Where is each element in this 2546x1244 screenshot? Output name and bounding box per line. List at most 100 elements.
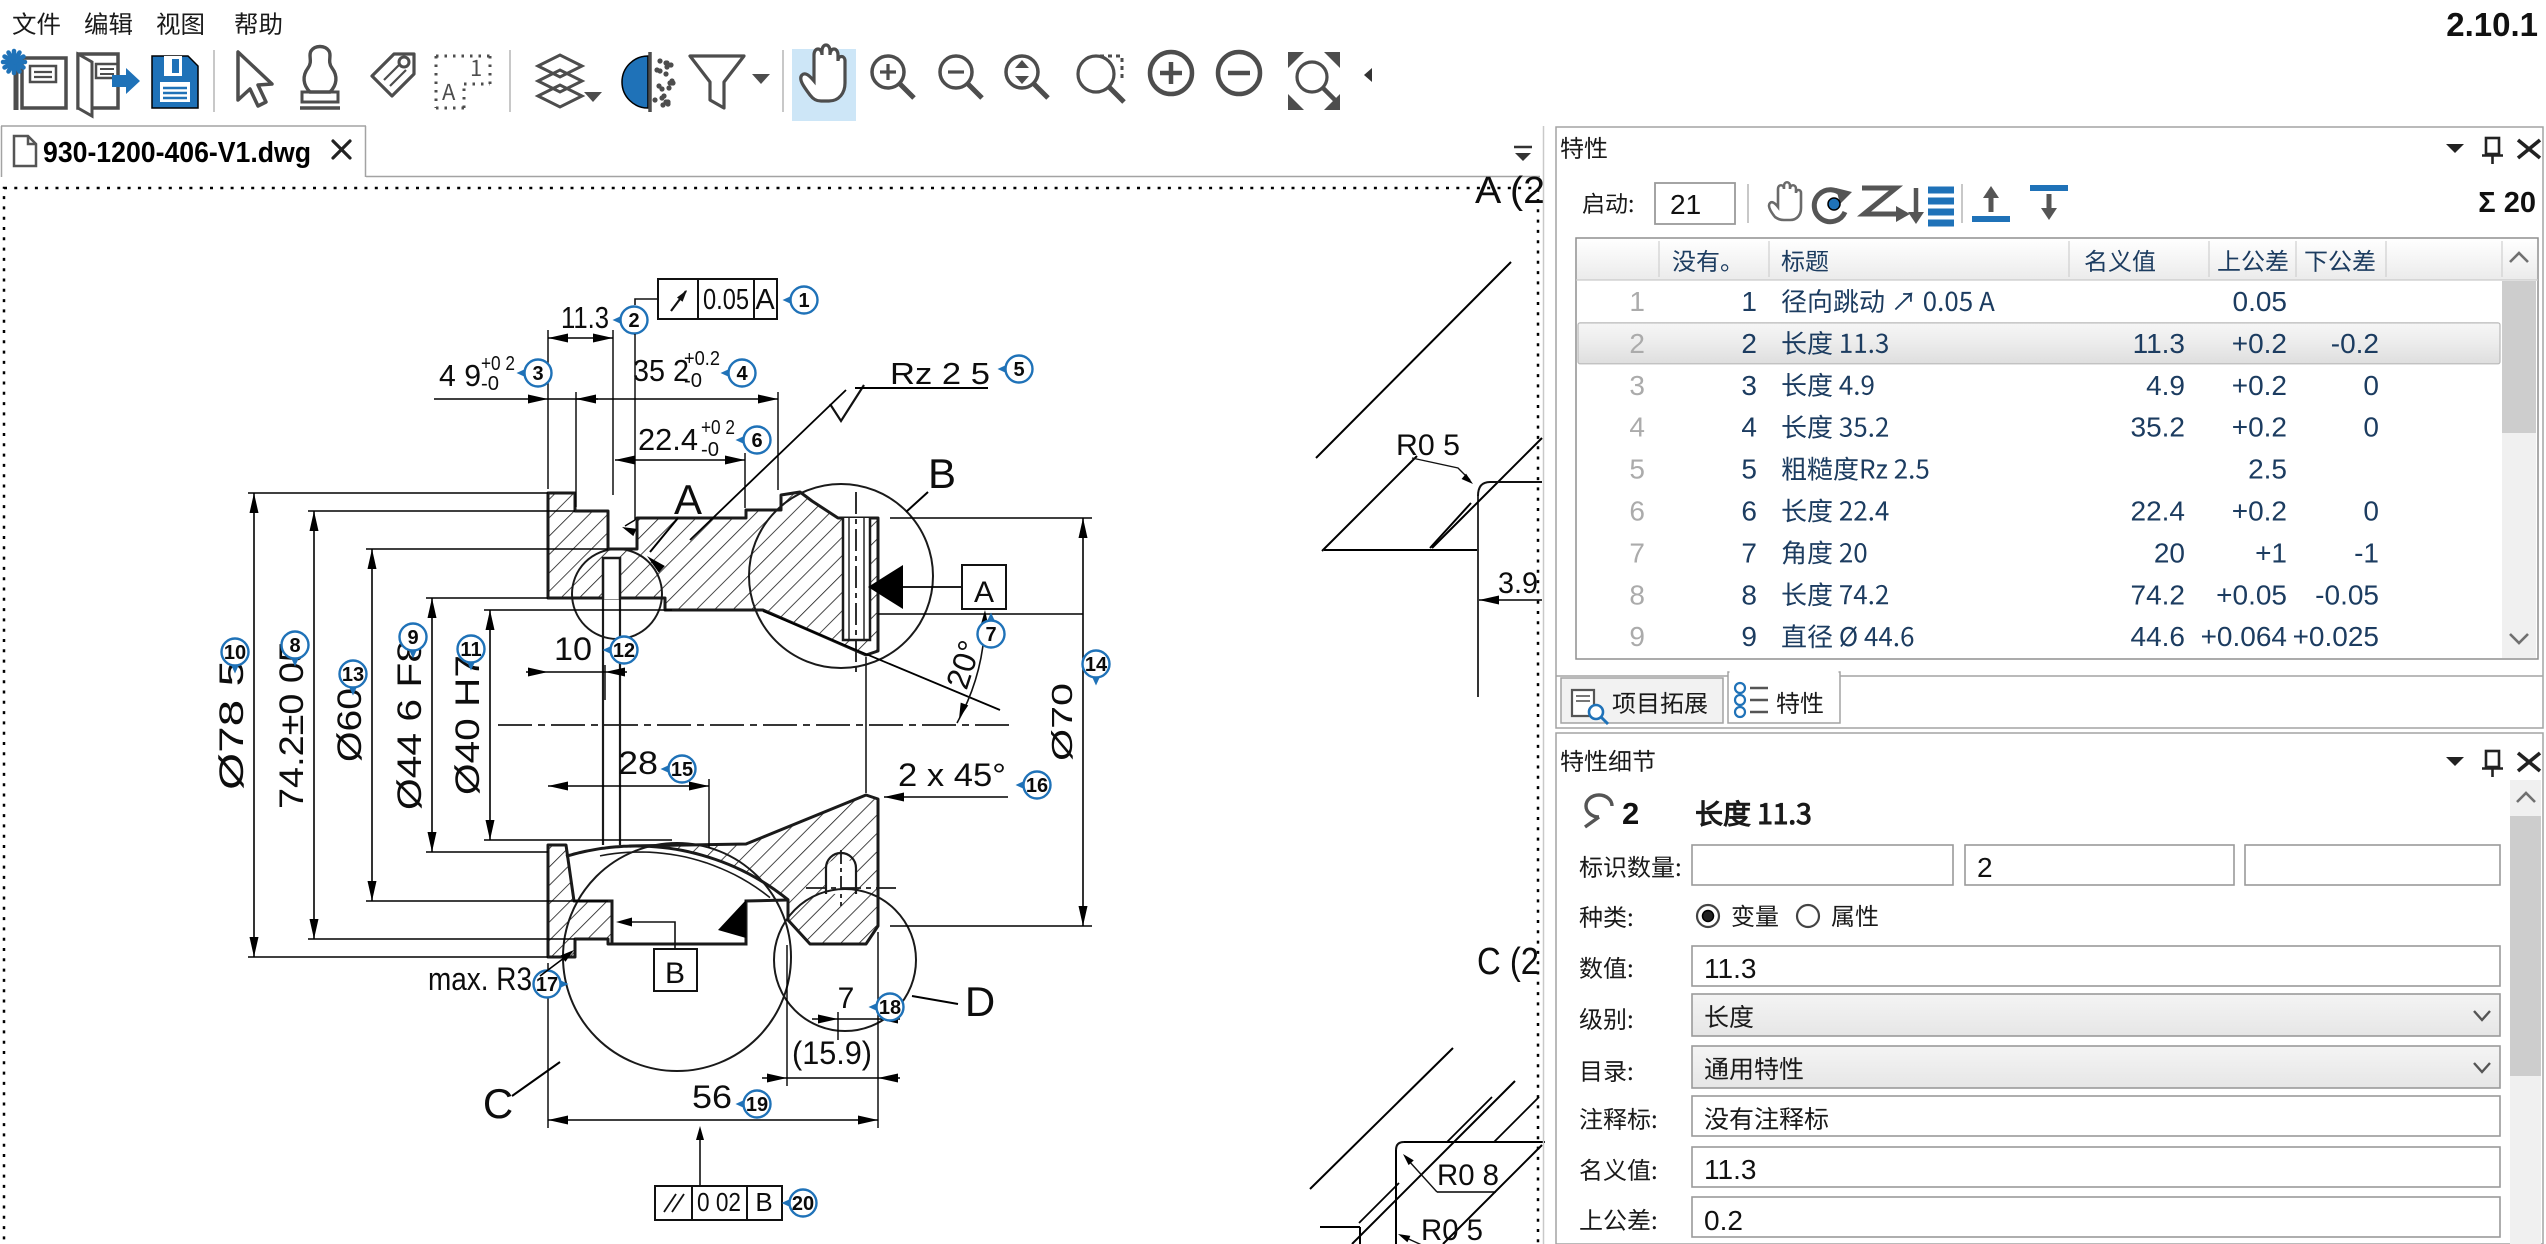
svg-text:-0: -0 xyxy=(701,439,719,461)
svg-text:-0: -0 xyxy=(481,373,499,395)
svg-text:7: 7 xyxy=(985,624,996,646)
svg-text:+0.05: +0.05 xyxy=(2216,579,2287,610)
svg-text:+0.2: +0.2 xyxy=(684,348,720,370)
svg-text:1: 1 xyxy=(1741,286,1757,317)
svg-text:7: 7 xyxy=(838,982,855,1015)
svg-text:9: 9 xyxy=(407,627,418,649)
svg-text:2.10.1: 2.10.1 xyxy=(2446,6,2538,43)
svg-text:+0.064: +0.064 xyxy=(2201,621,2287,652)
svg-text:20: 20 xyxy=(792,1193,814,1215)
svg-text:+0.2: +0.2 xyxy=(2232,495,2287,526)
svg-text:3: 3 xyxy=(532,363,543,385)
svg-text:1: 1 xyxy=(798,290,809,312)
svg-text:9: 9 xyxy=(1741,621,1757,652)
svg-text:74.2±0 05: 74.2±0 05 xyxy=(273,641,311,809)
svg-text:0: 0 xyxy=(2363,412,2379,443)
svg-text:4: 4 xyxy=(736,363,748,385)
svg-text:+1: +1 xyxy=(2255,537,2287,568)
svg-text:1: 1 xyxy=(1629,286,1645,317)
svg-text:0: 0 xyxy=(2363,370,2379,401)
svg-text:(15.9): (15.9) xyxy=(792,1035,872,1071)
svg-text:12: 12 xyxy=(613,640,635,662)
svg-text:15: 15 xyxy=(671,759,693,781)
svg-text:Ø40 H7: Ø40 H7 xyxy=(449,655,487,795)
svg-text:7: 7 xyxy=(1741,537,1757,568)
svg-text:B: B xyxy=(665,957,685,990)
svg-text:74.2: 74.2 xyxy=(2131,579,2186,610)
svg-text:+0 2: +0 2 xyxy=(701,417,735,439)
svg-text:11.3: 11.3 xyxy=(1704,953,1756,984)
svg-text:20: 20 xyxy=(2154,537,2185,568)
svg-text:20°: 20° xyxy=(939,636,988,693)
svg-text:R0 5: R0 5 xyxy=(1421,1214,1483,1244)
svg-text:4: 4 xyxy=(1629,412,1645,443)
svg-text:28: 28 xyxy=(618,745,658,781)
svg-text:10: 10 xyxy=(554,631,592,667)
svg-text:A: A xyxy=(674,476,702,523)
svg-text:11.3: 11.3 xyxy=(561,300,609,335)
svg-text:C: C xyxy=(483,1080,513,1127)
svg-text:Ø70: Ø70 xyxy=(1047,683,1079,761)
svg-text:3: 3 xyxy=(1741,370,1757,401)
svg-text:2: 2 xyxy=(1622,796,1639,831)
svg-text:+0.2: +0.2 xyxy=(2232,328,2287,359)
svg-text:2.5: 2.5 xyxy=(2248,454,2287,485)
svg-text:Rz 2 5: Rz 2 5 xyxy=(890,356,990,391)
svg-text:2: 2 xyxy=(1629,328,1645,359)
svg-text:44.6: 44.6 xyxy=(2131,621,2186,652)
svg-text:11.3: 11.3 xyxy=(2133,328,2185,359)
svg-text:22.4: 22.4 xyxy=(2131,495,2186,526)
svg-text:5: 5 xyxy=(1629,454,1645,485)
svg-text:35.2: 35.2 xyxy=(2131,412,2186,443)
svg-text:+0 2: +0 2 xyxy=(481,353,515,375)
svg-text:5: 5 xyxy=(1013,359,1024,381)
svg-text:56: 56 xyxy=(692,1079,732,1115)
svg-text:8: 8 xyxy=(1629,579,1645,610)
svg-text:7: 7 xyxy=(1629,537,1645,568)
svg-text:8: 8 xyxy=(289,635,300,657)
svg-text:A: A xyxy=(974,576,994,609)
svg-text:8: 8 xyxy=(1741,579,1757,610)
svg-text:B: B xyxy=(928,450,956,497)
svg-text:3.9: 3.9 xyxy=(1498,567,1538,600)
svg-text:3: 3 xyxy=(1629,370,1645,401)
svg-text:Ø78 5: Ø78 5 xyxy=(213,660,251,790)
svg-text:-0.2: -0.2 xyxy=(2331,328,2379,359)
svg-text:Ø44 6 F8: Ø44 6 F8 xyxy=(391,640,429,810)
svg-text:22.4: 22.4 xyxy=(638,422,698,457)
svg-text:-0.05: -0.05 xyxy=(2315,579,2379,610)
svg-text:2 x 45°: 2 x 45° xyxy=(898,757,1006,793)
svg-text:21: 21 xyxy=(1670,189,1701,220)
svg-text:6: 6 xyxy=(1741,495,1757,526)
svg-text:17: 17 xyxy=(536,974,558,996)
svg-text:5: 5 xyxy=(1741,454,1757,485)
svg-text:Ø60: Ø60 xyxy=(331,688,369,762)
svg-text:14: 14 xyxy=(1085,654,1108,676)
svg-text:B: B xyxy=(755,1187,772,1217)
svg-text:0.05: 0.05 xyxy=(2233,286,2288,317)
svg-text:C (2: C (2 xyxy=(1477,941,1539,983)
svg-text:19: 19 xyxy=(746,1094,768,1116)
svg-text:9: 9 xyxy=(1629,621,1645,652)
svg-text:+0.2: +0.2 xyxy=(2232,370,2287,401)
svg-text:A (2: A (2 xyxy=(1475,170,1545,212)
svg-text:4.9: 4.9 xyxy=(2146,370,2185,401)
svg-text:0: 0 xyxy=(2363,495,2379,526)
svg-text:13: 13 xyxy=(342,664,364,686)
svg-text:Σ 20: Σ 20 xyxy=(2478,187,2536,219)
svg-text:0.05: 0.05 xyxy=(703,284,749,316)
svg-text:11: 11 xyxy=(460,639,481,661)
svg-text:R0 8: R0 8 xyxy=(1437,1159,1499,1192)
svg-text:+0.2: +0.2 xyxy=(2232,412,2287,443)
svg-text:10: 10 xyxy=(224,642,246,664)
svg-text:4: 4 xyxy=(1741,412,1757,443)
svg-text:2: 2 xyxy=(628,310,639,332)
svg-text:R0 5: R0 5 xyxy=(1396,429,1460,462)
svg-text:11.3: 11.3 xyxy=(1704,1154,1756,1185)
svg-text:16: 16 xyxy=(1026,775,1048,797)
svg-text:0.2: 0.2 xyxy=(1704,1205,1743,1236)
svg-text:-1: -1 xyxy=(2354,537,2379,568)
svg-text:35 2: 35 2 xyxy=(633,353,689,388)
svg-text:4 9: 4 9 xyxy=(439,358,481,393)
svg-text:6: 6 xyxy=(1629,495,1645,526)
